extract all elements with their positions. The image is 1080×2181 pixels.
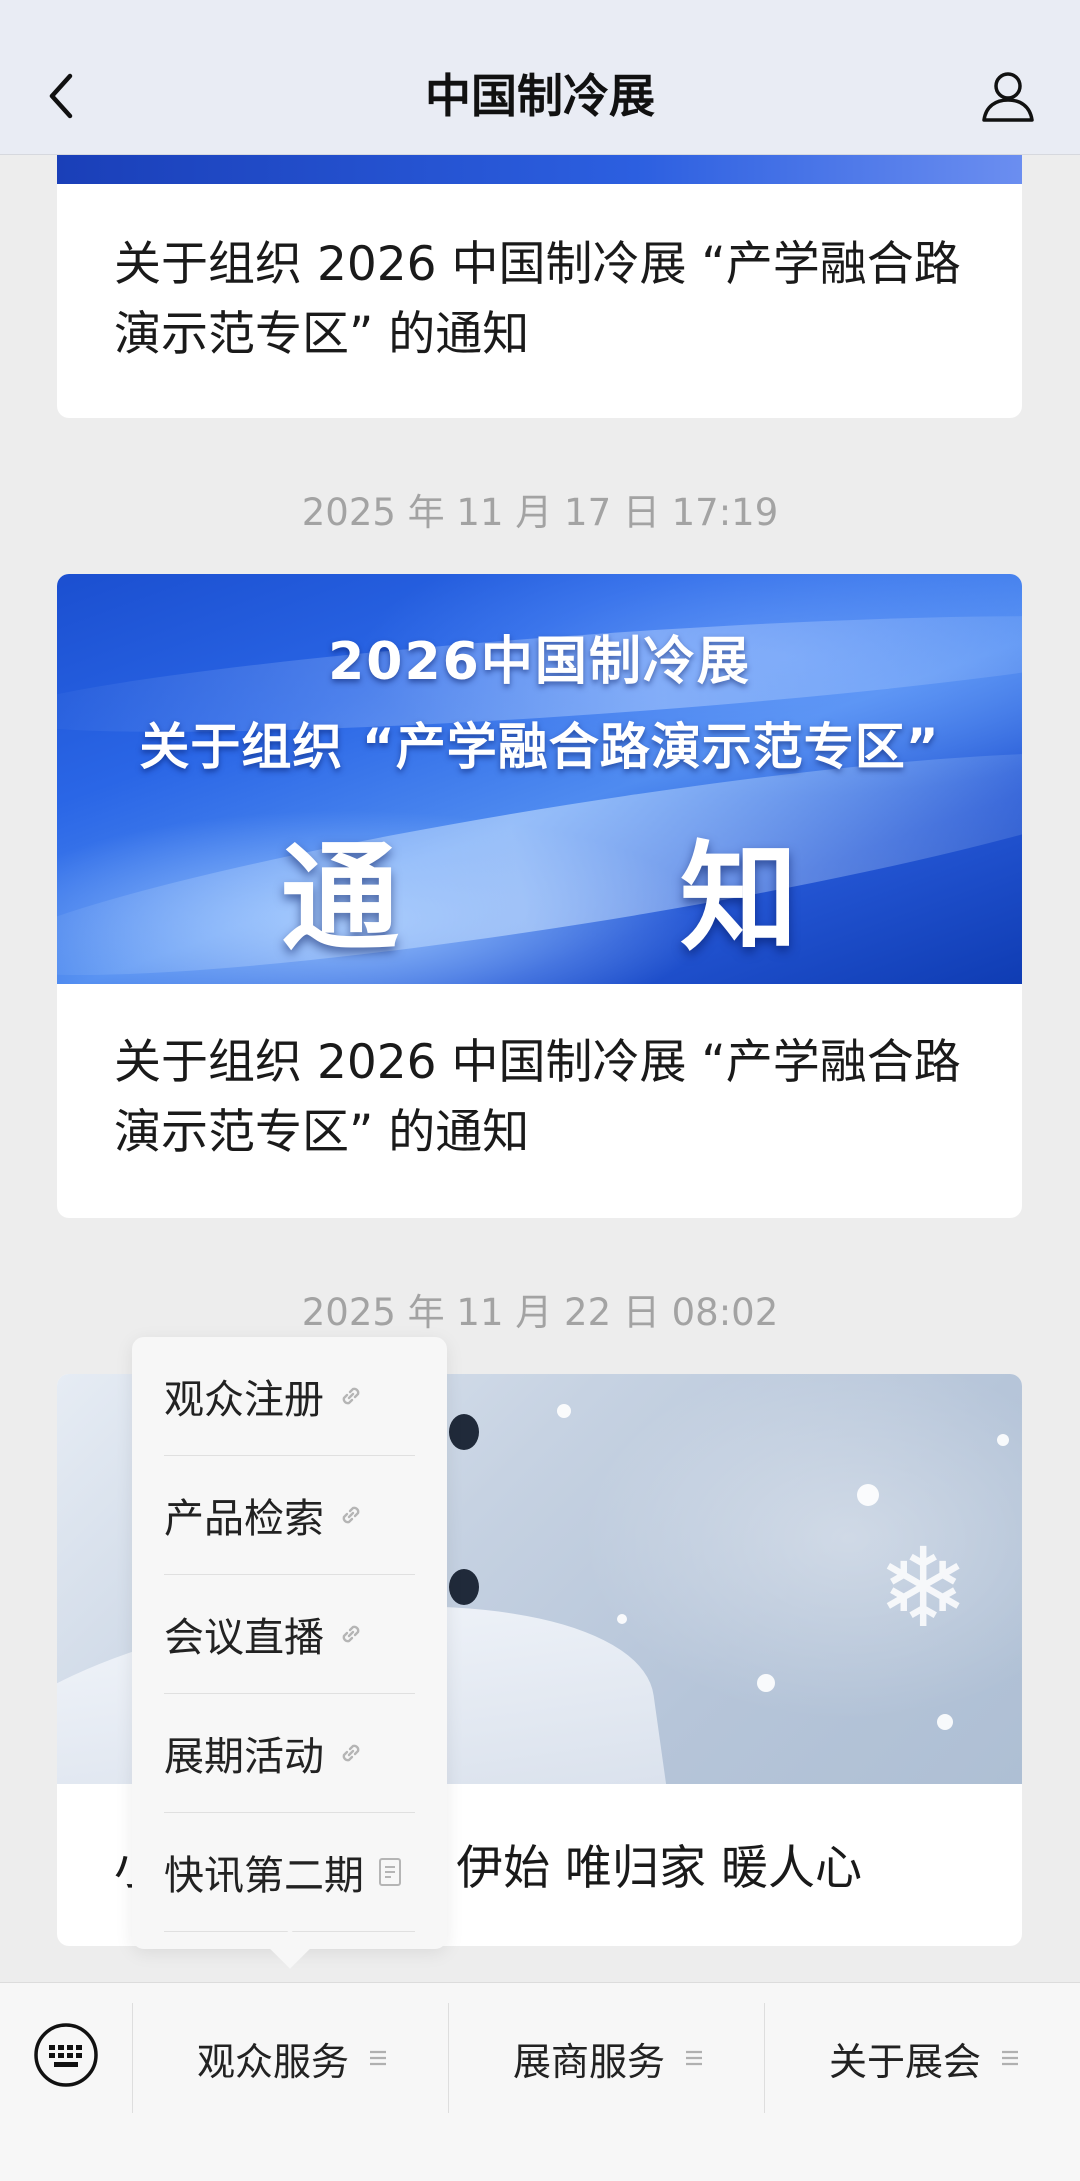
menu-item-label: 展期活动 — [164, 1734, 324, 1780]
menu-item-newsletter-issue-2[interactable]: 快讯第二期 — [164, 1813, 415, 1932]
banner-subtitle: 关于组织 “产学融合路演示范专区” — [139, 718, 940, 776]
link-icon — [338, 1502, 364, 1528]
menu-item-label: 观众注册 — [164, 1377, 324, 1423]
snowflake-icon: ❄ — [877, 1524, 970, 1652]
tab-label: 展商服务 — [512, 2039, 665, 2084]
tab-visitor-services[interactable]: 观众服务 — [134, 2003, 450, 2113]
menu-item-visitor-registration[interactable]: 观众注册 — [164, 1337, 415, 1456]
menu-item-label: 会议直播 — [164, 1615, 324, 1661]
banner-title: 2026中国制冷展 — [328, 632, 751, 692]
keyboard-toggle-button[interactable] — [30, 2019, 102, 2091]
tab-about-exhibition[interactable]: 关于展会 — [766, 2003, 1080, 2113]
bottom-menu-bar: 观众服务 展商服务 关于展会 — [0, 1982, 1080, 2181]
menu-item-live-conference[interactable]: 会议直播 — [164, 1575, 415, 1694]
keyboard-icon — [34, 2021, 98, 2087]
menu-item-exhibition-events[interactable]: 展期活动 — [164, 1694, 415, 1813]
article-cover-image — [57, 150, 1022, 184]
link-icon — [338, 1383, 364, 1409]
article-card-1[interactable]: 关于组织 2026 中国制冷展 “产学融合路 演示范专区” 的通知 — [57, 150, 1022, 418]
article-card-2[interactable]: 2026中国制冷展 关于组织 “产学融合路演示范专区” 通 知 关于组织 202… — [57, 574, 1022, 1218]
tab-exhibitor-services[interactable]: 展商服务 — [450, 2003, 766, 2113]
menu-lines-icon — [1001, 2049, 1019, 2067]
link-icon — [338, 1621, 364, 1647]
menu-lines-icon — [369, 2049, 387, 2067]
link-icon — [338, 1740, 364, 1766]
banner-notice-text: 通 知 — [280, 829, 919, 967]
top-nav-bar: 中国制冷展 — [0, 0, 1080, 155]
menu-item-product-search[interactable]: 产品检索 — [164, 1456, 415, 1575]
service-submenu: 观众注册 产品检索 会议直播 展期活动 快讯第二期 — [132, 1337, 447, 1969]
article-cover-image: 2026中国制冷展 关于组织 “产学融合路演示范专区” 通 知 — [57, 574, 1022, 984]
message-timestamp: 2025 年 11 月 17 日 17:19 — [301, 491, 779, 534]
menu-lines-icon — [685, 2049, 703, 2067]
menu-item-label: 快讯第二期 — [164, 1853, 364, 1899]
user-icon — [982, 72, 1034, 122]
tab-label: 观众服务 — [196, 2039, 349, 2084]
article-icon — [378, 1857, 402, 1887]
profile-button[interactable] — [978, 66, 1038, 126]
message-timestamp: 2025 年 11 月 22 日 08:02 — [301, 1291, 779, 1334]
page-title: 中国制冷展 — [425, 69, 655, 123]
tab-label: 关于展会 — [828, 2039, 981, 2084]
article-title: 关于组织 2026 中国制冷展 “产学融合路 演示范专区” 的通知 — [114, 1035, 961, 1160]
menu-item-label: 产品检索 — [164, 1496, 324, 1542]
article-title: 关于组织 2026 中国制冷展 “产学融合路 演示范专区” 的通知 — [114, 237, 961, 362]
